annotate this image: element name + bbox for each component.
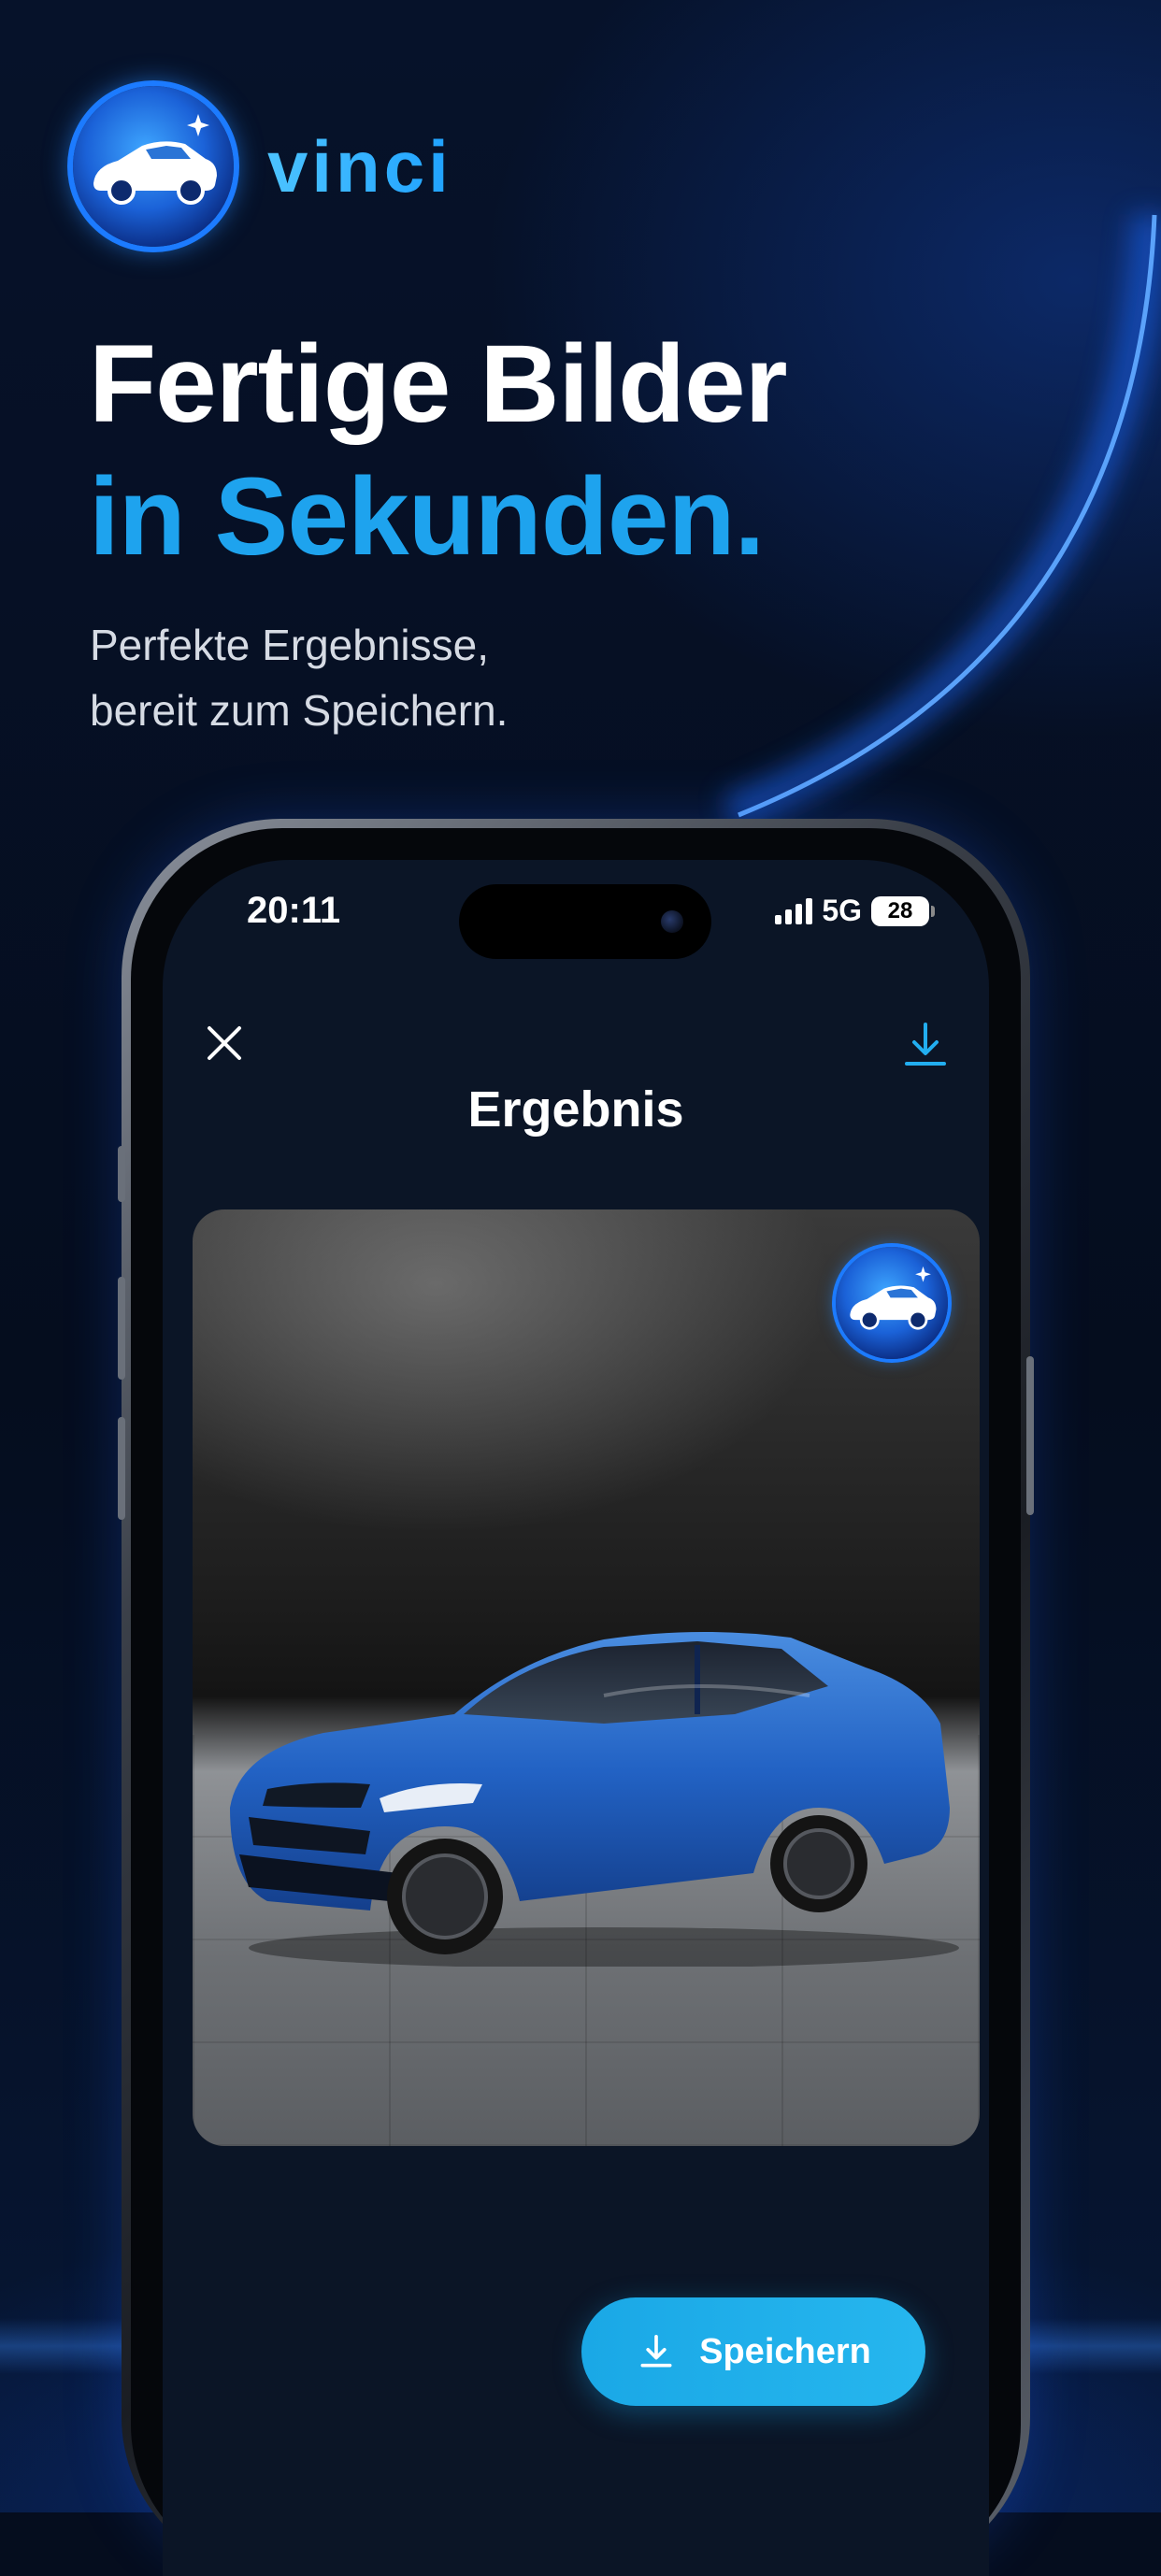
status-indicators: 5G 28: [775, 894, 935, 928]
car-photo: [230, 1631, 959, 1967]
phone-volume-down: [118, 1417, 125, 1520]
download-icon: [640, 2335, 672, 2368]
save-button-label: Speichern: [699, 2331, 871, 2371]
brand-name: vinci: [267, 124, 452, 208]
network-type: 5G: [822, 894, 862, 927]
headline: Fertige Bilder in Sekunden.: [89, 318, 788, 583]
headline-line-2: in Sekunden.: [89, 455, 765, 579]
dynamic-island: [459, 884, 711, 959]
brand: vinci: [73, 86, 452, 247]
download-icon: [905, 1023, 946, 1066]
phone-action-button: [118, 1146, 125, 1202]
phone-power-button: [1026, 1356, 1034, 1515]
camera-icon: [661, 910, 683, 933]
watermark-car-badge-icon: [836, 1247, 948, 1359]
status-time: 20:11: [247, 890, 341, 931]
battery-level: 28: [887, 897, 913, 923]
phone-volume-up: [118, 1277, 125, 1380]
screen-title: Ergebnis: [467, 1081, 684, 1138]
save-button[interactable]: Speichern: [581, 2297, 925, 2406]
phone-bezel: 20:11 5G 28 Ergebnis Speichern: [131, 828, 1021, 2576]
headline-line-1: Fertige Bilder: [89, 322, 788, 446]
signal-icon: [775, 897, 813, 924]
phone-screen: 20:11 5G 28 Ergebnis Speichern: [163, 860, 989, 2576]
result-image[interactable]: [193, 1209, 980, 2146]
subline-line-2: bereit zum Speichern.: [90, 686, 509, 735]
close-icon: [208, 1026, 241, 1060]
close-button[interactable]: [198, 1017, 251, 1069]
phone-mockup: 20:11 5G 28 Ergebnis Speichern: [118, 819, 1034, 2576]
subline-line-1: Perfekte Ergebnisse,: [90, 621, 490, 669]
subline: Perfekte Ergebnisse, bereit zum Speicher…: [90, 612, 508, 743]
car-badge-icon: [73, 86, 234, 247]
download-button[interactable]: [897, 1017, 953, 1073]
battery-icon: 28: [871, 895, 935, 926]
